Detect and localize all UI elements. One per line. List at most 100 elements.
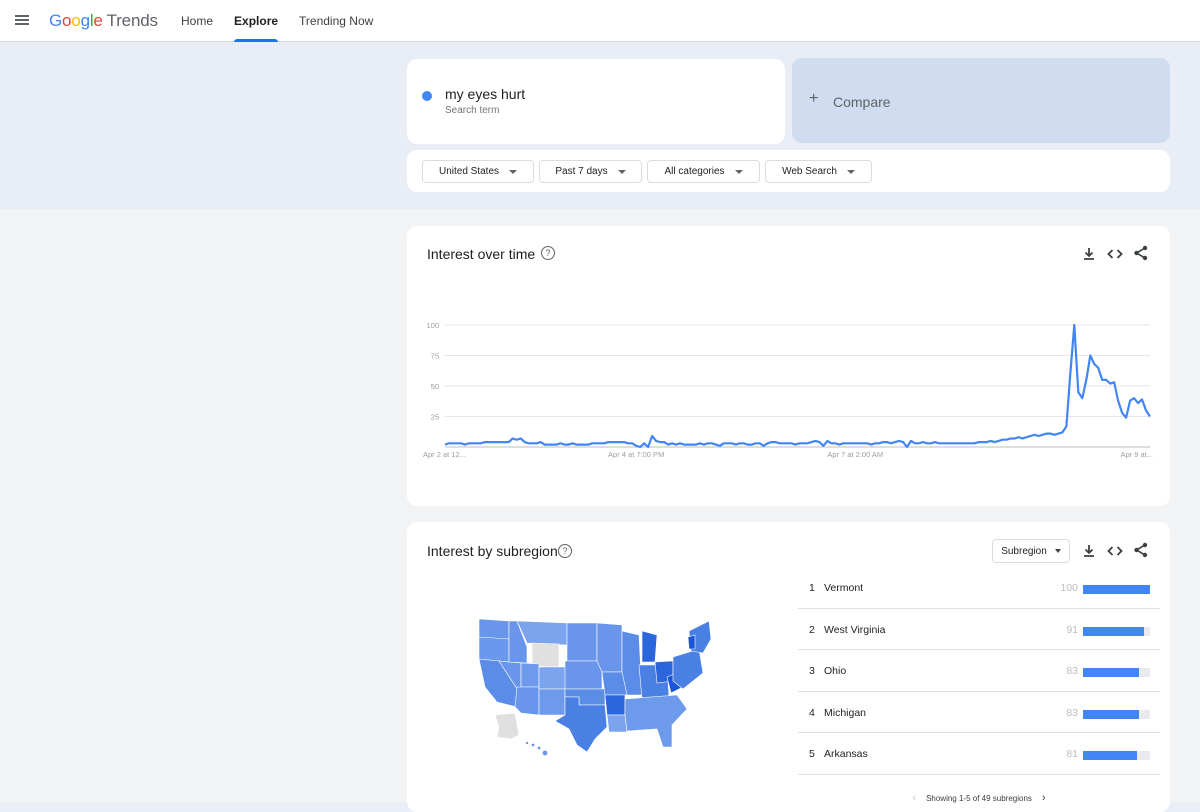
map-region-wisconsin-illinois <box>621 630 643 696</box>
help-icon[interactable]: ? <box>558 544 572 558</box>
rank-number: 2 <box>809 623 815 636</box>
caret-down-icon <box>846 169 855 174</box>
interest-by-subregion-title: Interest by subregion <box>427 543 558 559</box>
pagination: ‹ Showing 1-5 of 49 subregions › <box>798 788 1160 808</box>
embed-code-icon[interactable] <box>1106 542 1124 560</box>
map-region-wyoming <box>531 642 560 668</box>
y-tick-label: 50 <box>431 382 439 391</box>
value-bar-fill <box>1083 751 1138 761</box>
subregion-row[interactable]: 3 Ohio 83 <box>798 650 1160 692</box>
logo-letter: o <box>62 11 72 30</box>
download-icon[interactable] <box>1080 542 1098 560</box>
plus-icon: + <box>809 90 819 107</box>
search-term-type: Search term <box>445 105 500 116</box>
nav-explore[interactable]: Explore <box>225 0 287 42</box>
search-type-filter-label: Web Search <box>782 166 837 177</box>
location-filter[interactable]: United States <box>422 160 534 183</box>
subregion-row[interactable]: 2 West Virginia 91 <box>798 609 1160 651</box>
category-filter-label: All categories <box>664 166 725 177</box>
map-region-utah <box>520 662 540 688</box>
rank-number: 5 <box>809 748 815 761</box>
subregion-value: 100 <box>1060 582 1078 594</box>
subregion-value: 91 <box>1066 623 1078 636</box>
logo-product-name: Trends <box>106 11 158 30</box>
caret-down-icon <box>617 169 626 174</box>
y-tick-label: 100 <box>426 321 439 330</box>
search-type-filter[interactable]: Web Search <box>765 160 872 183</box>
subregion-row[interactable]: 5 Arkansas 81 <box>798 733 1160 775</box>
time-range-filter[interactable]: Past 7 days <box>539 160 642 183</box>
x-tick-label: Apr 4 at 7:00 PM <box>608 450 664 459</box>
x-tick-label: Apr 2 at 12... <box>423 450 466 459</box>
location-filter-label: United States <box>438 166 500 177</box>
caret-down-icon <box>509 169 518 174</box>
map-region-hawaii <box>525 741 548 756</box>
compare-label: Compare <box>833 94 891 110</box>
search-term-text[interactable]: my eyes hurt <box>445 86 525 102</box>
subregion-value-bar <box>1083 585 1150 594</box>
logo-letter: o <box>71 11 81 30</box>
map-region-nebraska-kansas <box>564 660 603 690</box>
map-region-oregon <box>478 636 510 663</box>
caret-down-icon <box>1054 549 1061 553</box>
us-subregion-map[interactable] <box>477 617 712 757</box>
map-region-michigan <box>641 630 658 663</box>
x-tick-label: Apr 7 at 2:00 AM <box>827 450 883 459</box>
subregion-name: Ohio <box>824 665 847 678</box>
hamburger-menu-icon[interactable] <box>14 13 32 29</box>
pagination-status: Showing 1-5 of 49 subregions <box>926 793 1032 803</box>
map-region-southeast <box>624 694 688 748</box>
map-region-arkansas <box>604 694 626 716</box>
time-range-filter-label: Past 7 days <box>555 166 608 177</box>
resolution-select[interactable]: Subregion <box>992 539 1070 563</box>
map-region-alaska <box>494 712 520 740</box>
compare-button[interactable]: + Compare <box>792 58 1170 143</box>
map-region-new-mexico <box>538 688 566 716</box>
subregion-row[interactable]: 1 Vermont 100 <box>798 567 1160 609</box>
main-nav: Home Explore Trending Now <box>172 0 385 42</box>
value-bar-fill <box>1083 709 1139 719</box>
subregion-name: Arkansas <box>824 748 868 761</box>
subregion-value: 83 <box>1066 665 1078 678</box>
subregion-name: Vermont <box>824 582 864 594</box>
subregion-value: 81 <box>1066 748 1078 761</box>
interest-over-time-card: Interest over time ? 25 50 75 100 Apr 2 at 1… <box>407 226 1170 506</box>
next-page-icon[interactable]: › <box>1042 792 1046 804</box>
subregion-value-bar <box>1083 668 1150 678</box>
map-region-dakotas <box>566 622 598 662</box>
map-region-minnesota-iowa <box>596 622 623 673</box>
subregion-value: 83 <box>1066 706 1078 719</box>
previous-page-icon[interactable]: ‹ <box>912 792 916 804</box>
subregion-name: Michigan <box>824 706 867 719</box>
map-region-vermont <box>687 634 696 650</box>
subregion-value-bar <box>1083 709 1150 719</box>
logo-letter: G <box>49 11 63 30</box>
google-trends-logo[interactable]: Google Trends <box>49 11 158 31</box>
search-term-card[interactable]: my eyes hurt Search term <box>407 59 785 144</box>
logo-letter: e <box>93 11 103 30</box>
map-region-louisiana <box>606 714 628 733</box>
category-filter[interactable]: All categories <box>647 160 760 183</box>
top-app-bar: Google Trends Home Explore Trending Now <box>0 0 1200 42</box>
term-color-dot <box>422 91 432 101</box>
share-icon[interactable] <box>1132 541 1150 559</box>
subregion-value-bar <box>1083 626 1150 636</box>
resolution-select-label: Subregion <box>1001 545 1047 557</box>
filter-bar: United States Past 7 days All categories… <box>407 150 1170 192</box>
rank-number: 4 <box>809 706 815 719</box>
rank-number: 3 <box>809 665 815 678</box>
y-tick-label: 25 <box>431 413 439 422</box>
value-bar-fill <box>1083 668 1139 678</box>
logo-letter: g <box>80 11 90 30</box>
y-tick-label: 75 <box>431 352 439 361</box>
subregion-row[interactable]: 4 Michigan 83 <box>798 692 1160 734</box>
value-bar-fill <box>1083 585 1150 594</box>
nav-trending-now[interactable]: Trending Now <box>290 0 382 42</box>
x-tick-label: Apr 9 at... <box>1120 450 1153 459</box>
map-region-mid-atlantic <box>672 648 704 690</box>
interest-by-subregion-card: Interest by subregion ? Subregion 1 Verm… <box>407 522 1170 812</box>
interest-over-time-chart[interactable]: 25 50 75 100 Apr 2 at 12... Apr 4 at 7:00 PM A… <box>407 226 1170 506</box>
subregion-value-bar <box>1083 751 1150 761</box>
nav-home[interactable]: Home <box>172 0 222 42</box>
value-bar-fill <box>1083 626 1144 636</box>
